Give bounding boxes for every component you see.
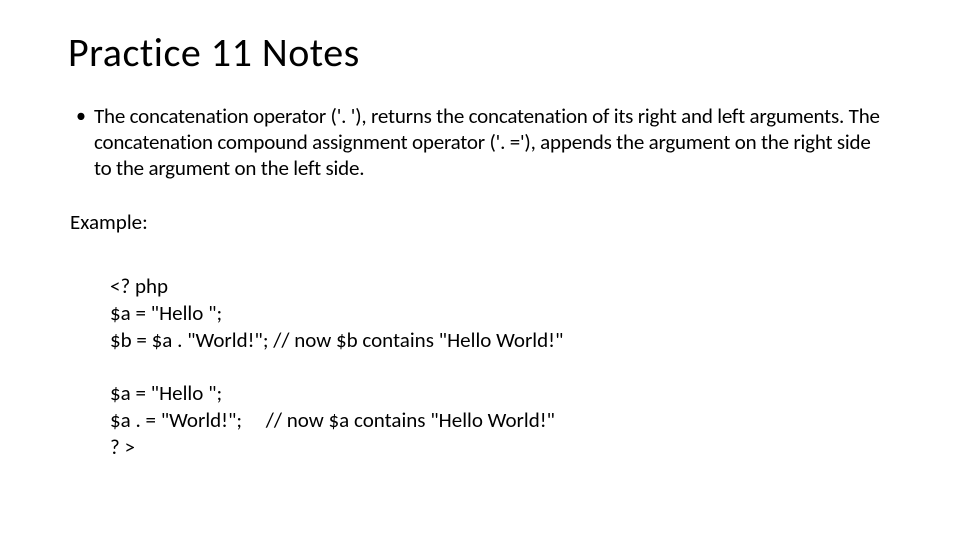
code-line: <? php xyxy=(110,273,168,299)
code-line: ? > xyxy=(110,434,135,460)
bullet-item: • The concatenation operator ('. '), ret… xyxy=(68,103,892,181)
code-gap xyxy=(110,354,892,380)
code-block: <? php $a = "Hello "; $b = $a . "World!"… xyxy=(110,273,892,461)
code-line: $a = "Hello "; xyxy=(110,300,222,326)
code-line: $a . = "World!"; // now $a contains "Hel… xyxy=(110,407,555,433)
bullet-marker: • xyxy=(76,103,86,129)
example-label: Example: xyxy=(70,209,892,235)
code-line: $a = "Hello "; xyxy=(110,380,222,406)
code-line: $b = $a . "World!"; // now $b contains "… xyxy=(110,327,563,353)
page-title: Practice 11 Notes xyxy=(68,28,892,77)
slide-container: Practice 11 Notes • The concatenation op… xyxy=(0,0,960,540)
bullet-text: The concatenation operator ('. '), retur… xyxy=(94,103,892,181)
